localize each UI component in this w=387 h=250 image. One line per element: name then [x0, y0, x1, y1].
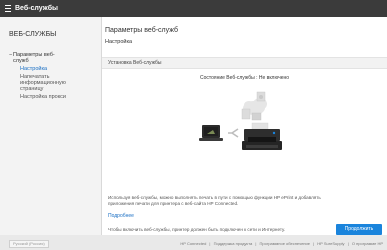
footer-link-product-support[interactable]: Поддержка продукта [214, 241, 253, 246]
footer-separator: | [347, 241, 349, 246]
section-label: Установка Веб-службы [108, 60, 162, 66]
footer-link-about[interactable]: О программе HP [352, 241, 383, 246]
main-content: Параметры веб-служб Настройка Установка … [102, 17, 387, 235]
sidebar-item-print-info-page[interactable]: Напечатать информационную страницу [9, 74, 97, 92]
section-header: Установка Веб-службы [102, 57, 387, 69]
sidebar: ВЕБ-СЛУЖБЫ −Параметры веб- служб Настрой… [0, 17, 102, 235]
description-line: приложения печати для принтера с веб-сай… [108, 201, 239, 206]
footer-links: HP Connected | Поддержка продукта | Прог… [178, 241, 383, 246]
sidebar-title: ВЕБ-СЛУЖБЫ [9, 31, 57, 38]
top-bar: Веб-службы [0, 0, 387, 17]
connector-arrows-icon [228, 128, 239, 138]
more-info-link[interactable]: Подробнее [108, 213, 134, 219]
footer-link-hp-connected[interactable]: HP Connected [180, 241, 206, 246]
footer-separator: | [255, 241, 257, 246]
sidebar-item-setup[interactable]: Настройка [9, 66, 97, 72]
footer-link-suresupply[interactable]: HP SureSupply [317, 241, 344, 246]
language-selector[interactable]: Русский (Россия) [9, 240, 49, 248]
footer-separator: | [313, 241, 315, 246]
description-line: Используя веб-службы, можно выполнять пе… [108, 195, 321, 200]
sidebar-nav: −Параметры веб- служб Настройка Напечата… [9, 52, 97, 100]
sidebar-item-web-services-settings[interactable]: −Параметры веб- служб [9, 52, 97, 64]
footer-separator: | [209, 241, 211, 246]
footer-link-software[interactable]: Программное обеспечение [260, 241, 310, 246]
printer-icon [242, 122, 282, 150]
app-title: Веб-службы [15, 5, 59, 12]
description-text: Используя веб-службы, можно выполнять пе… [108, 195, 383, 207]
sidebar-item-proxy-settings[interactable]: Настройка прокси [9, 94, 97, 100]
hamburger-icon[interactable] [5, 5, 11, 12]
requirement-note: Чтобы включить веб-службы, принтер долже… [108, 227, 286, 232]
laptop-icon [199, 125, 223, 141]
continue-button[interactable]: Продолжить [336, 224, 382, 235]
footer: Русский (Россия) HP Connected | Поддержк… [0, 235, 387, 250]
page-subtitle: Настройка [105, 39, 133, 45]
cloud-icon [241, 91, 267, 121]
sidebar-item-label: страницу [20, 86, 44, 92]
web-services-illustration [199, 91, 282, 150]
sidebar-item-label: служб [13, 58, 29, 64]
status-text: Состояние Веб-службы : Не включено [199, 75, 290, 81]
page-title: Параметры веб-служб [105, 27, 178, 34]
